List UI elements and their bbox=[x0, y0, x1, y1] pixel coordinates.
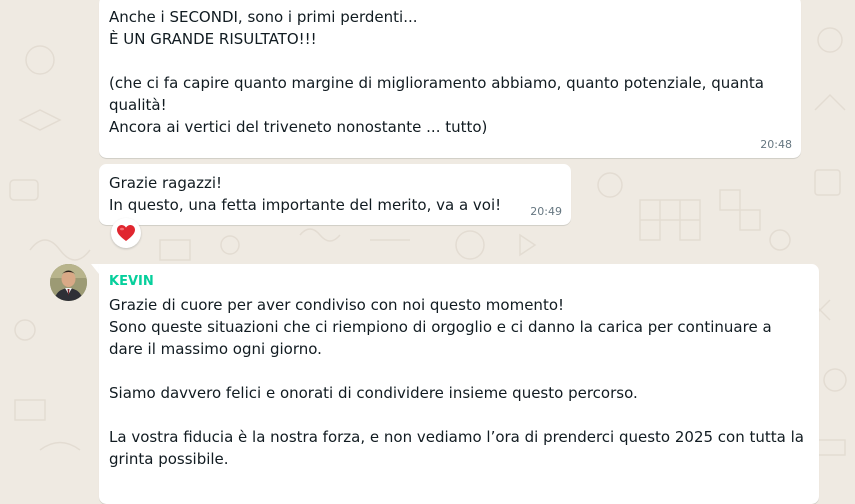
message-bubble[interactable]: KEVIN Grazie di cuore per aver condiviso… bbox=[99, 264, 819, 504]
avatar[interactable] bbox=[50, 264, 87, 301]
message-text: Anche i SECONDI, sono i primi perdenti..… bbox=[109, 8, 764, 136]
message-timestamp: 20:48 bbox=[760, 138, 792, 151]
sender-name[interactable]: KEVIN bbox=[109, 272, 809, 292]
bubble-tail bbox=[91, 264, 99, 274]
profile-photo bbox=[50, 264, 87, 301]
message-bubble[interactable]: Grazie ragazzi! In questo, una fetta imp… bbox=[99, 164, 571, 225]
message-timestamp: 20:49 bbox=[530, 205, 562, 218]
message-text: Grazie ragazzi! In questo, una fetta imp… bbox=[109, 174, 502, 214]
message-reaction[interactable] bbox=[111, 218, 141, 248]
message-text: Grazie di cuore per aver condiviso con n… bbox=[109, 296, 804, 468]
message-bubble[interactable]: Anche i SECONDI, sono i primi perdenti..… bbox=[99, 0, 801, 158]
heart-emoji-icon bbox=[117, 225, 135, 241]
